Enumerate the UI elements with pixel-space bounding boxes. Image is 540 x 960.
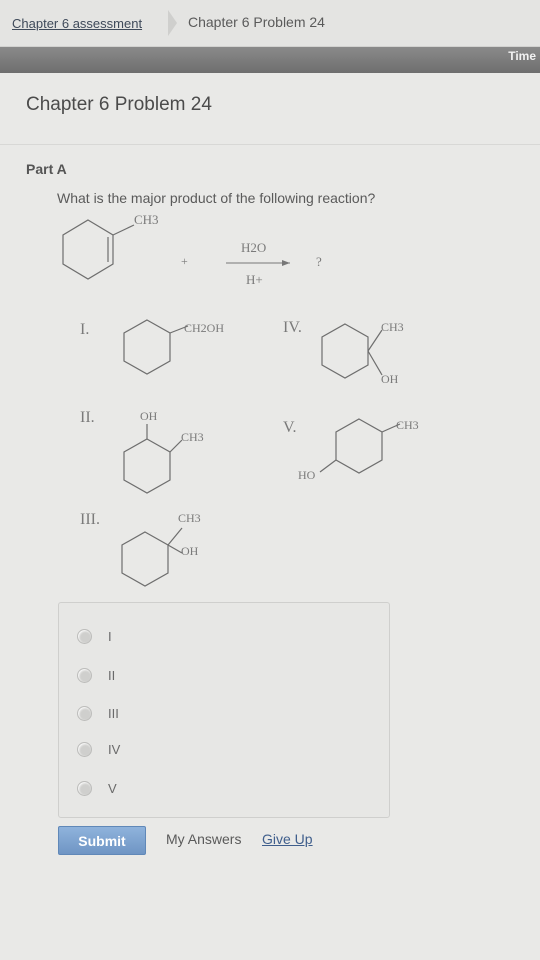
radio-button-icon[interactable] <box>77 705 92 721</box>
option-label: IV <box>108 741 121 757</box>
structure-V-numeral: V. <box>283 419 297 436</box>
structure-III-label-1: OH <box>181 544 199 558</box>
give-up-link[interactable]: Give Up <box>262 831 313 847</box>
structure-I-numeral: I. <box>80 321 89 338</box>
structure-I: I. CH2OH <box>80 319 224 375</box>
reagent-top-label: H2O <box>241 240 266 255</box>
radio-button-icon[interactable] <box>77 667 92 683</box>
my-answers-link[interactable]: My Answers <box>166 831 241 847</box>
structure-II-numeral: II. <box>80 409 95 426</box>
structure-III: III. CH3 OH <box>80 511 201 587</box>
breadcrumb-link-assessment[interactable]: Chapter 6 assessment <box>12 16 142 31</box>
page-title: Chapter 6 Problem 24 <box>26 94 212 115</box>
structure-II: II. OH CH3 <box>80 409 204 494</box>
divider <box>0 144 540 145</box>
reaction-arrow-head-icon <box>282 260 290 266</box>
reaction-figure: CH3 + H2O H+ ? I. CH2OH II. OH CH3 III. … <box>62 212 419 587</box>
option-III[interactable]: III <box>77 702 119 724</box>
option-label: III <box>108 705 119 721</box>
option-label: I <box>108 628 112 644</box>
structure-I-label-0: CH2OH <box>184 321 224 335</box>
option-IV[interactable]: IV <box>77 738 120 760</box>
breadcrumb-separator-icon <box>168 10 177 36</box>
plus-sign: + <box>181 254 188 268</box>
reactant-structure: CH3 <box>62 212 159 280</box>
structure-V-label-0: CH3 <box>396 418 419 432</box>
toolbar: Time <box>0 47 540 73</box>
radio-button-icon[interactable] <box>77 780 92 796</box>
reactant-substituent-label: CH3 <box>134 212 159 227</box>
product-placeholder: ? <box>316 254 322 269</box>
option-II[interactable]: II <box>77 664 115 686</box>
structure-V-label-1: HO <box>298 468 316 482</box>
option-V[interactable]: V <box>77 777 117 799</box>
structure-IV-label-1: OH <box>381 372 399 386</box>
structure-IV-numeral: IV. <box>283 319 302 336</box>
structure-V: V. CH3 HO <box>283 418 419 482</box>
radio-button-icon[interactable] <box>77 741 92 757</box>
structure-II-label-0: OH <box>140 409 158 423</box>
option-label: V <box>108 780 117 796</box>
question-text: What is the major product of the followi… <box>57 190 376 206</box>
radio-button-icon[interactable] <box>77 628 92 644</box>
reagent-bottom-label: H+ <box>246 272 263 287</box>
answer-options-panel: I II III IV V <box>58 602 390 818</box>
structure-III-numeral: III. <box>80 511 100 528</box>
structure-IV: IV. CH3 OH <box>283 319 404 386</box>
breadcrumb-current: Chapter 6 Problem 24 <box>188 14 325 30</box>
timer-label[interactable]: Time <box>508 49 536 63</box>
structure-II-label-1: CH3 <box>181 430 204 444</box>
part-label: Part A <box>26 161 67 177</box>
submit-button[interactable]: Submit <box>58 826 146 855</box>
option-I[interactable]: I <box>77 625 112 647</box>
option-label: II <box>108 667 116 683</box>
structure-III-label-0: CH3 <box>178 511 201 525</box>
structure-IV-label-0: CH3 <box>381 320 404 334</box>
